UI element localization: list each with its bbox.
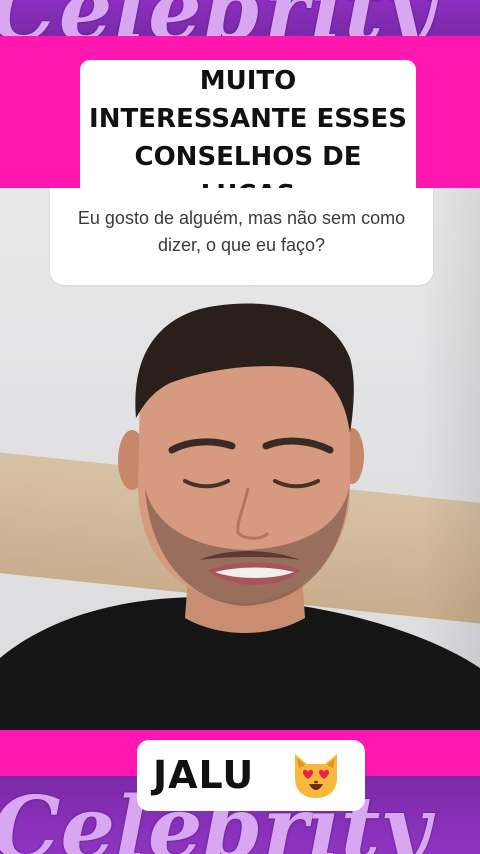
video-frame: Celebrity MUITO INTERESSANTE ESSES CONSE… [0, 0, 480, 854]
title-line-1: MUITO [199, 66, 297, 96]
title-line-3: CONSELHOS DE [134, 142, 362, 172]
top-brand-banner: Celebrity [0, 0, 480, 36]
name-label: JALU [153, 753, 255, 797]
brand-watermark-top: Celebrity [0, 0, 436, 36]
title-line-2: INTERESSANTE ESSES [89, 104, 407, 134]
question-card: Eu gosto de alguém, mas não sem como diz… [50, 188, 433, 285]
name-caption: JALU [137, 740, 365, 811]
title-band: MUITO INTERESSANTE ESSES CONSELHOS DE LU… [0, 36, 480, 216]
smiling-cat-heart-eyes-icon [295, 754, 337, 798]
video-content[interactable]: Eu gosto de alguém, mas não sem como diz… [0, 188, 480, 730]
question-text: Eu gosto de alguém, mas não sem como diz… [77, 208, 406, 255]
